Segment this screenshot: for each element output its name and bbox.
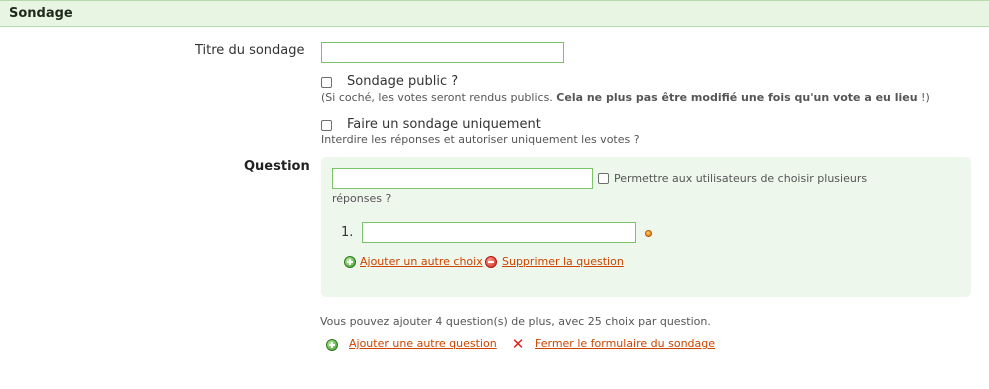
multiple-answers-label-line2: réponses ? xyxy=(332,192,392,205)
public-poll-checkbox[interactable] xyxy=(321,77,332,88)
section-title: Sondage xyxy=(9,6,73,21)
questions-remaining-info: Vous pouvez ajouter 4 question(s) de plu… xyxy=(320,315,711,328)
choice-input[interactable] xyxy=(362,222,636,243)
choice-number: 1. xyxy=(341,225,354,240)
poll-title-label: Titre du sondage xyxy=(195,43,305,58)
status-dot-icon xyxy=(645,230,652,237)
public-poll-hint-suffix: !) xyxy=(917,91,930,104)
add-choice-link[interactable]: Ajouter un autre choix xyxy=(360,255,483,268)
close-poll-form-link[interactable]: Fermer le formulaire du sondage xyxy=(535,337,715,350)
add-question-link[interactable]: Ajouter une autre question xyxy=(349,337,497,350)
public-poll-hint-warning: Cela ne plus pas être modifié une fois q… xyxy=(556,91,918,104)
poll-title-input[interactable] xyxy=(321,42,564,63)
public-poll-hint: (Si coché, les votes seront rendus publi… xyxy=(321,91,930,104)
question-label: Question xyxy=(244,159,310,174)
section-header: Sondage xyxy=(0,0,989,27)
public-poll-hint-prefix: (Si coché, les votes seront rendus publi… xyxy=(321,91,557,104)
remove-circle-icon[interactable] xyxy=(485,256,497,268)
multiple-answers-checkbox[interactable] xyxy=(598,173,609,184)
question-input[interactable] xyxy=(332,168,593,189)
poll-only-label: Faire un sondage uniquement xyxy=(347,117,541,132)
add-circle-icon[interactable] xyxy=(344,256,356,268)
remove-question-link[interactable]: Supprimer la question xyxy=(502,255,624,268)
multiple-answers-label-line1: Permettre aux utilisateurs de choisir pl… xyxy=(614,172,868,185)
poll-only-hint: Interdire les réponses et autoriser uniq… xyxy=(321,133,640,146)
poll-only-checkbox[interactable] xyxy=(321,120,332,131)
public-poll-label: Sondage public ? xyxy=(347,74,459,89)
add-circle-icon[interactable] xyxy=(326,339,338,351)
close-x-icon[interactable]: ✕ xyxy=(511,337,525,352)
